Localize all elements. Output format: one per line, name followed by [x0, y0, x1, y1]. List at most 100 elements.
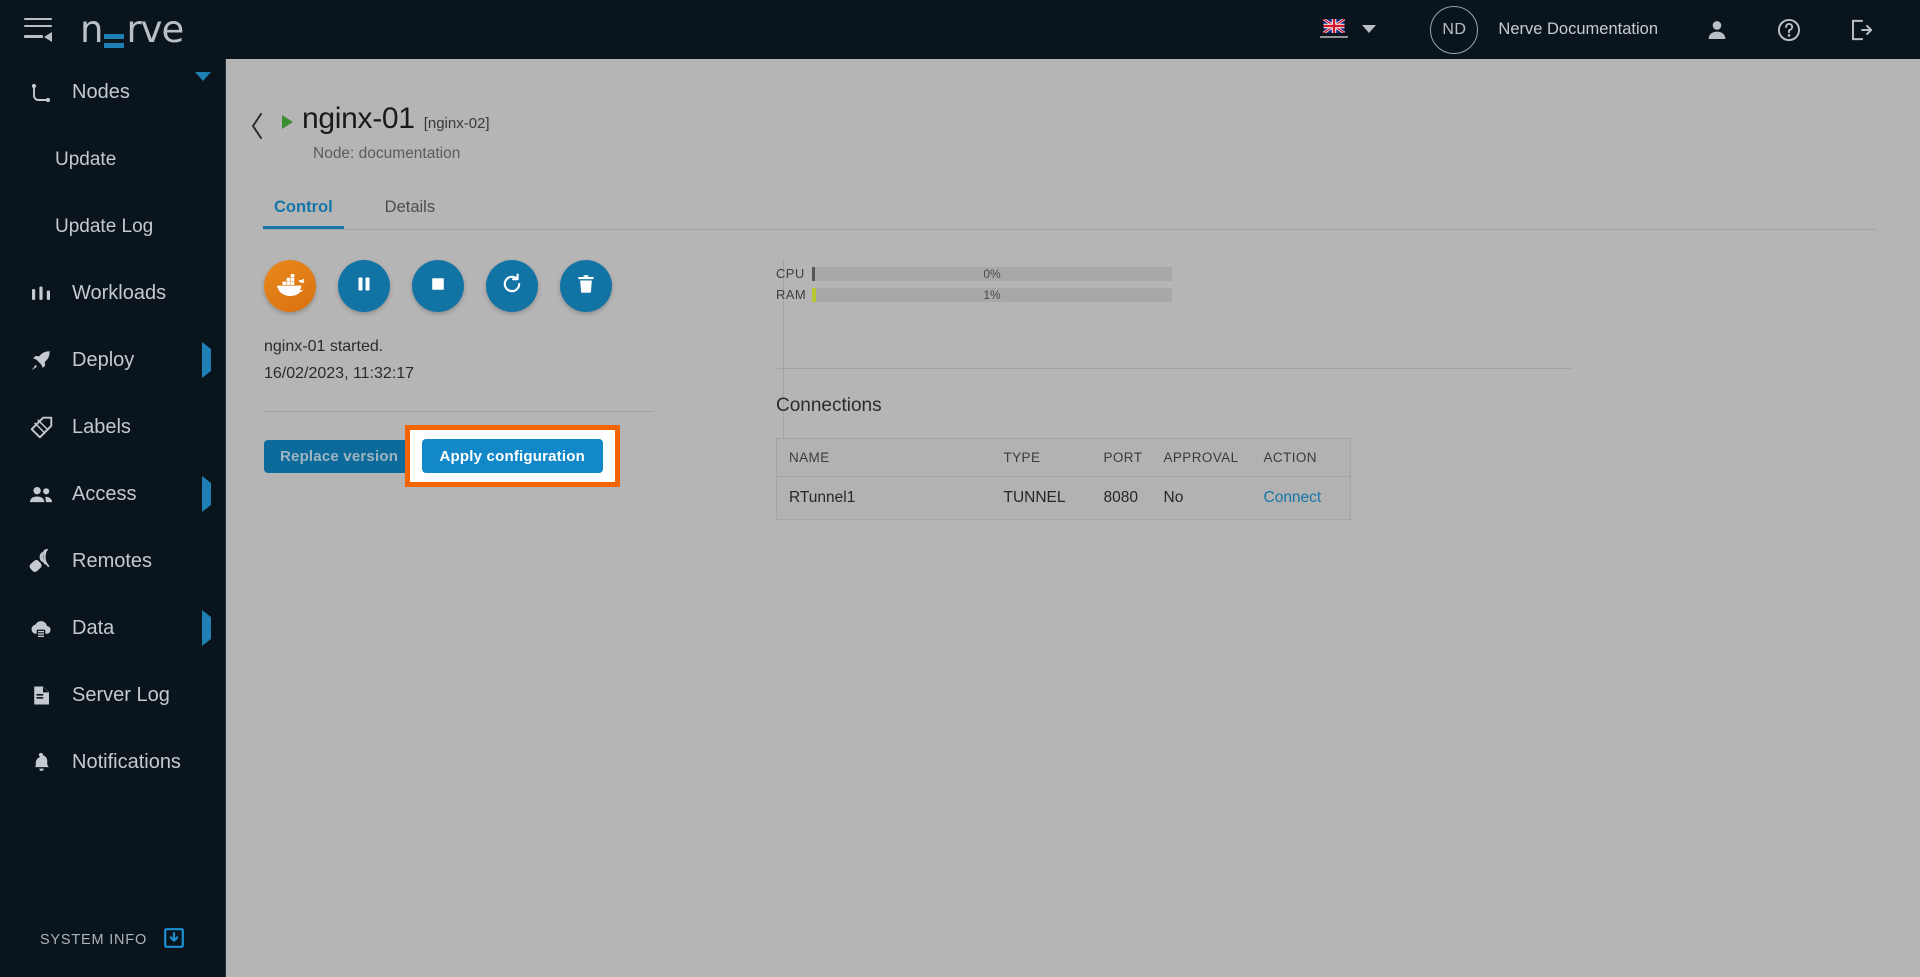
connections-title: Connections: [776, 395, 882, 416]
node-label: Node: documentation: [313, 145, 461, 162]
nodes-icon: [26, 80, 56, 106]
label-tag-icon: [26, 415, 56, 441]
chevron-right-icon[interactable]: [202, 610, 211, 646]
docker-whale-icon: [274, 271, 306, 302]
chevron-right-icon[interactable]: [202, 342, 211, 378]
sidebar-item-notifications[interactable]: Notifications: [0, 729, 225, 796]
sidebar-item-label: Remotes: [72, 550, 153, 572]
table-row[interactable]: RTunnel1 TUNNEL 8080 No Connect: [777, 477, 1351, 520]
connect-link[interactable]: Connect: [1252, 477, 1351, 520]
column-header-type: TYPE: [991, 438, 1092, 477]
tab-control[interactable]: Control: [263, 192, 344, 229]
apply-configuration-highlight: Apply configuration: [404, 425, 620, 487]
system-info-label: SYSTEM INFO: [39, 932, 148, 948]
chevron-left-icon[interactable]: [248, 106, 270, 146]
sidebar: Nodes Update Update Log Workloads Deploy: [0, 59, 226, 977]
sidebar-item-server-log[interactable]: Server Log: [0, 662, 225, 729]
workloads-icon: [26, 281, 56, 307]
stop-button[interactable]: [412, 260, 464, 312]
language-selector[interactable]: [1320, 19, 1377, 40]
sidebar-item-access[interactable]: Access: [0, 461, 225, 528]
apply-configuration-button[interactable]: Apply configuration: [421, 439, 603, 473]
uk-flag-icon: [1320, 19, 1349, 38]
cpu-meter: CPU 0%: [776, 266, 1920, 281]
brand-text-right: rve: [126, 8, 184, 51]
sidebar-item-label: Nodes: [72, 81, 130, 103]
control-buttons-row: [264, 260, 726, 312]
restart-button[interactable]: [486, 260, 538, 312]
cell-name: RTunnel1: [789, 489, 856, 506]
remote-control-icon: [26, 549, 56, 575]
docker-logo-button[interactable]: [264, 260, 316, 312]
chevron-down-icon[interactable]: [195, 72, 211, 104]
cell-port: 8080: [1103, 489, 1138, 506]
users-icon: [26, 482, 56, 508]
control-left-pane: nginx-01 started. 16/02/2023, 11:32:17 R…: [226, 230, 726, 520]
sidebar-item-workloads[interactable]: Workloads: [0, 260, 225, 327]
sidebar-item-label: Workloads: [72, 282, 167, 304]
restart-circular-arrow-icon: [500, 272, 524, 301]
sidebar-item-update-log[interactable]: Update Log: [0, 193, 225, 260]
sidebar-item-label: Deploy: [72, 349, 135, 371]
chevron-down-icon: [1362, 24, 1377, 33]
main-content: nginx-01 [nginx-02] Node: documentation …: [226, 59, 1920, 977]
page-header: nginx-01 [nginx-02] Node: documentation: [226, 59, 1920, 163]
control-right-pane: CPU 0% RAM 1% Connections NAME TYPE PORT…: [726, 230, 1920, 520]
delete-button[interactable]: [560, 260, 612, 312]
pause-icon: [354, 274, 374, 299]
avatar-initials: ND: [1442, 20, 1467, 38]
cpu-percent-label: 0%: [983, 266, 1001, 281]
top-bar-right-group: ND Nerve Documentation: [1320, 0, 1920, 59]
ram-meter-track: 1%: [812, 287, 1172, 302]
cloud-data-icon: [26, 616, 56, 642]
table-header-row: NAME TYPE PORT APPROVAL ACTION: [776, 438, 1351, 477]
stop-square-icon: [428, 274, 448, 299]
sidebar-item-update[interactable]: Update: [0, 126, 225, 193]
tab-bar: Control Details: [263, 192, 1876, 230]
ram-label: RAM: [776, 287, 807, 302]
logout-icon[interactable]: [1848, 17, 1874, 43]
document-icon: [26, 683, 56, 709]
column-header-action: ACTION: [1251, 438, 1351, 477]
sidebar-item-labels[interactable]: Labels: [0, 394, 225, 461]
pause-button[interactable]: [338, 260, 390, 312]
right-divider: [776, 368, 1571, 369]
sidebar-item-label: Access: [72, 483, 137, 505]
sidebar-item-label: Server Log: [72, 684, 170, 706]
avatar[interactable]: ND: [1430, 5, 1479, 54]
brand-text-left: n: [80, 8, 103, 51]
sidebar-item-label: Notifications: [72, 751, 181, 773]
person-icon[interactable]: [1704, 17, 1730, 43]
sidebar-item-remotes[interactable]: Remotes: [0, 528, 225, 595]
system-info-button[interactable]: SYSTEM INFO: [0, 927, 225, 953]
replace-version-button[interactable]: Replace version: [264, 439, 415, 473]
download-box-icon: [163, 927, 185, 953]
brand-equal-glyph: [104, 34, 125, 48]
hamburger-collapse-icon[interactable]: [24, 17, 54, 42]
sidebar-item-data[interactable]: Data: [0, 595, 225, 662]
rocket-icon: [26, 348, 56, 374]
tab-details[interactable]: Details: [374, 192, 446, 229]
cell-type: TUNNEL: [1003, 489, 1066, 506]
ram-percent-label: 1%: [983, 287, 1001, 302]
cpu-label: CPU: [776, 266, 805, 281]
chevron-right-icon[interactable]: [202, 476, 211, 512]
sidebar-item-label: Update: [55, 148, 117, 170]
sidebar-item-deploy[interactable]: Deploy: [0, 327, 225, 394]
status-text: nginx-01 started.: [264, 338, 384, 355]
cpu-meter-track: 0%: [812, 266, 1172, 281]
nerve-logo[interactable]: n rve: [80, 8, 184, 51]
top-bar: n rve ND Nerve Documentation: [0, 0, 1920, 59]
control-panel: nginx-01 started. 16/02/2023, 11:32:17 R…: [226, 230, 1920, 520]
status-timestamp: 16/02/2023, 11:32:17: [264, 365, 415, 382]
ram-meter: RAM 1%: [776, 287, 1920, 302]
trash-can-icon: [575, 273, 597, 300]
column-header-approval: APPROVAL: [1151, 438, 1252, 477]
sidebar-item-nodes[interactable]: Nodes: [0, 59, 225, 126]
question-mark-icon[interactable]: [1776, 17, 1802, 43]
page-title: nginx-01: [302, 102, 415, 135]
connections-table: NAME TYPE PORT APPROVAL ACTION RTunnel1 …: [776, 438, 1351, 520]
username-label: Nerve Documentation: [1498, 20, 1658, 38]
sidebar-item-label: Labels: [72, 416, 131, 438]
bell-icon: [26, 750, 56, 776]
